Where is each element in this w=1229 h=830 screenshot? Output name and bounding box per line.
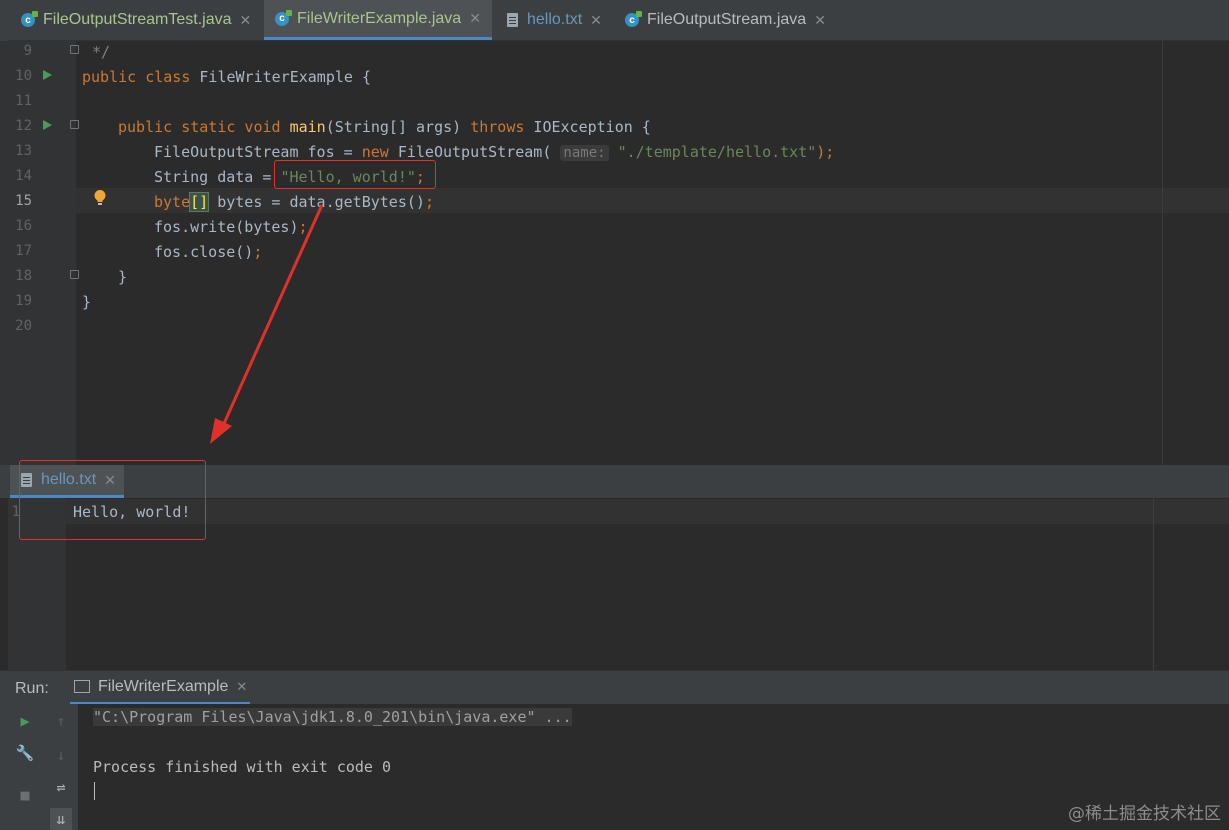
- watermark: @稀土掘金技术社区: [1068, 804, 1221, 824]
- annotation-arrow: [210, 204, 324, 444]
